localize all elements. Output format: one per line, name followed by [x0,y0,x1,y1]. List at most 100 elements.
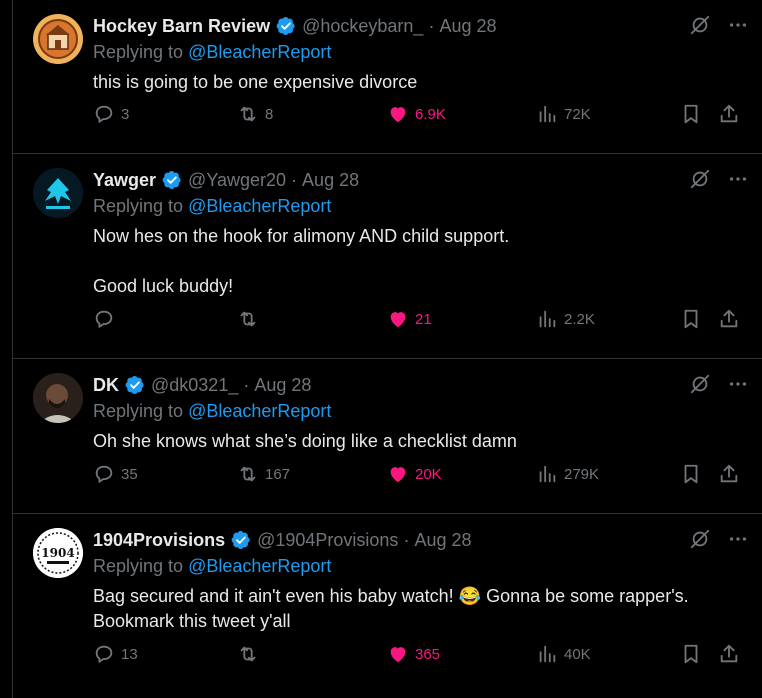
grok-icon[interactable] [689,373,711,395]
bookmark-icon[interactable] [680,308,702,330]
display-name[interactable]: 1904Provisions [93,530,225,551]
like-count: 21 [415,310,432,328]
views-icon [539,645,556,663]
handle[interactable]: @Yawger20 [188,170,286,191]
share-icon[interactable] [718,643,740,665]
replying-to-label: Replying to [93,42,184,62]
views-button[interactable]: 279K [536,463,599,485]
views-button[interactable]: 72K [536,103,591,125]
timestamp[interactable]: Aug 28 [414,530,471,551]
header-actions [689,14,749,36]
tweet-content: DK @dk0321_ · Aug 28 Replying to @Bleach… [93,373,749,454]
reply-button[interactable] [93,308,121,330]
tweet-content: Hockey Barn Review @hockeybarn_ · Aug 28… [93,14,749,95]
views-button[interactable]: 2.2K [536,308,595,330]
bookmark-icon[interactable] [680,643,702,665]
dk-profile-photo [33,373,83,423]
repost-button[interactable]: 8 [237,103,273,125]
share-icon[interactable] [718,103,740,125]
reply-button[interactable]: 3 [93,103,129,125]
timestamp[interactable]: Aug 28 [254,375,311,396]
header-actions [689,528,749,550]
avatar[interactable] [33,373,83,423]
repost-icon [240,106,256,122]
tweet-text-line: Now hes on the hook for alimony AND chil… [93,226,510,246]
bookmark-icon[interactable] [680,103,702,125]
tweet[interactable]: DK @dk0321_ · Aug 28 Replying to @Bleach… [13,359,762,514]
avatar[interactable] [33,168,83,218]
bookmark-icon[interactable] [680,463,702,485]
yawger-logo [33,168,83,218]
reply-count: 13 [121,645,138,663]
header-actions [689,168,749,190]
grok-icon[interactable] [689,528,711,550]
views-button[interactable]: 40K [536,643,591,665]
verified-badge-icon [125,376,144,394]
more-icon[interactable] [727,528,749,550]
more-icon[interactable] [727,373,749,395]
timestamp[interactable]: Aug 28 [439,16,496,37]
repost-button[interactable] [237,643,265,665]
tweet-text-line: Good luck buddy! [93,276,234,296]
replying-to: Replying to @BleacherReport [93,401,749,425]
heart-icon [390,647,406,663]
reply-feed: Hockey Barn Review @hockeybarn_ · Aug 28… [12,0,762,698]
tweet-content: 1904Provisions @1904Provisions · Aug 28 … [93,528,749,634]
separator-dot: · [243,374,250,395]
like-button[interactable]: 365 [387,643,440,665]
display-name[interactable]: Yawger [93,170,156,191]
heart-icon [390,107,406,123]
repost-icon [240,311,256,327]
hockey-barn-logo [33,14,83,64]
grok-icon[interactable] [689,14,711,36]
tweet-header: DK @dk0321_ · Aug 28 [93,373,749,397]
reply-target-link[interactable]: @BleacherReport [188,42,331,62]
like-button[interactable]: 6.9K [387,103,446,125]
like-count: 20K [415,465,442,483]
tweet[interactable]: Hockey Barn Review @hockeybarn_ · Aug 28… [13,0,762,154]
avatar[interactable] [33,14,83,64]
repost-button[interactable] [237,308,265,330]
grok-icon[interactable] [689,168,711,190]
tweet[interactable]: 1904 1904Provisions @1904Provisions · Au… [13,514,762,698]
share-icon[interactable] [718,463,740,485]
reply-target-link[interactable]: @BleacherReport [188,401,331,421]
display-name[interactable]: DK [93,375,119,396]
repost-button[interactable]: 167 [237,463,290,485]
display-name[interactable]: Hockey Barn Review [93,16,270,37]
share-icon[interactable] [718,308,740,330]
view-count: 72K [564,105,591,123]
reply-target-link[interactable]: @BleacherReport [188,556,331,576]
separator-dot: · [291,169,298,190]
reply-target-link[interactable]: @BleacherReport [188,196,331,216]
verified-badge-icon [276,17,295,35]
views-icon [539,465,556,483]
handle[interactable]: @dk0321_ [151,375,238,396]
reply-button[interactable]: 13 [93,643,138,665]
repost-count: 167 [265,465,291,483]
more-icon[interactable] [727,14,749,36]
avatar[interactable]: 1904 [33,528,83,578]
provisions-logo: 1904 [33,528,83,578]
tweet-text: Now hes on the hook for alimony AND chil… [93,224,749,299]
avatar-logo-text: 1904 [41,546,74,560]
reply-icon [95,645,113,663]
tweet[interactable]: Yawger @Yawger20 · Aug 28 Replying to @B… [13,154,762,359]
view-count: 279K [564,465,600,483]
handle[interactable]: @1904Provisions [257,530,398,551]
tweet-text-line: this is going to be one expensive divorc… [93,72,418,92]
like-count: 6.9K [415,105,446,123]
verified-badge-icon [231,531,250,549]
timestamp[interactable]: Aug 28 [302,170,359,191]
like-button[interactable]: 21 [387,308,432,330]
tweet-text-line: Oh she knows what she’s doing like a che… [93,431,517,451]
handle[interactable]: @hockeybarn_ [302,16,423,37]
repost-icon [240,646,256,662]
like-button[interactable]: 20K [387,463,442,485]
reply-icon [95,465,113,483]
more-icon[interactable] [727,168,749,190]
replying-to-label: Replying to [93,556,184,576]
reply-button[interactable]: 35 [93,463,138,485]
reply-count: 3 [121,105,130,123]
repost-count: 8 [265,105,274,123]
